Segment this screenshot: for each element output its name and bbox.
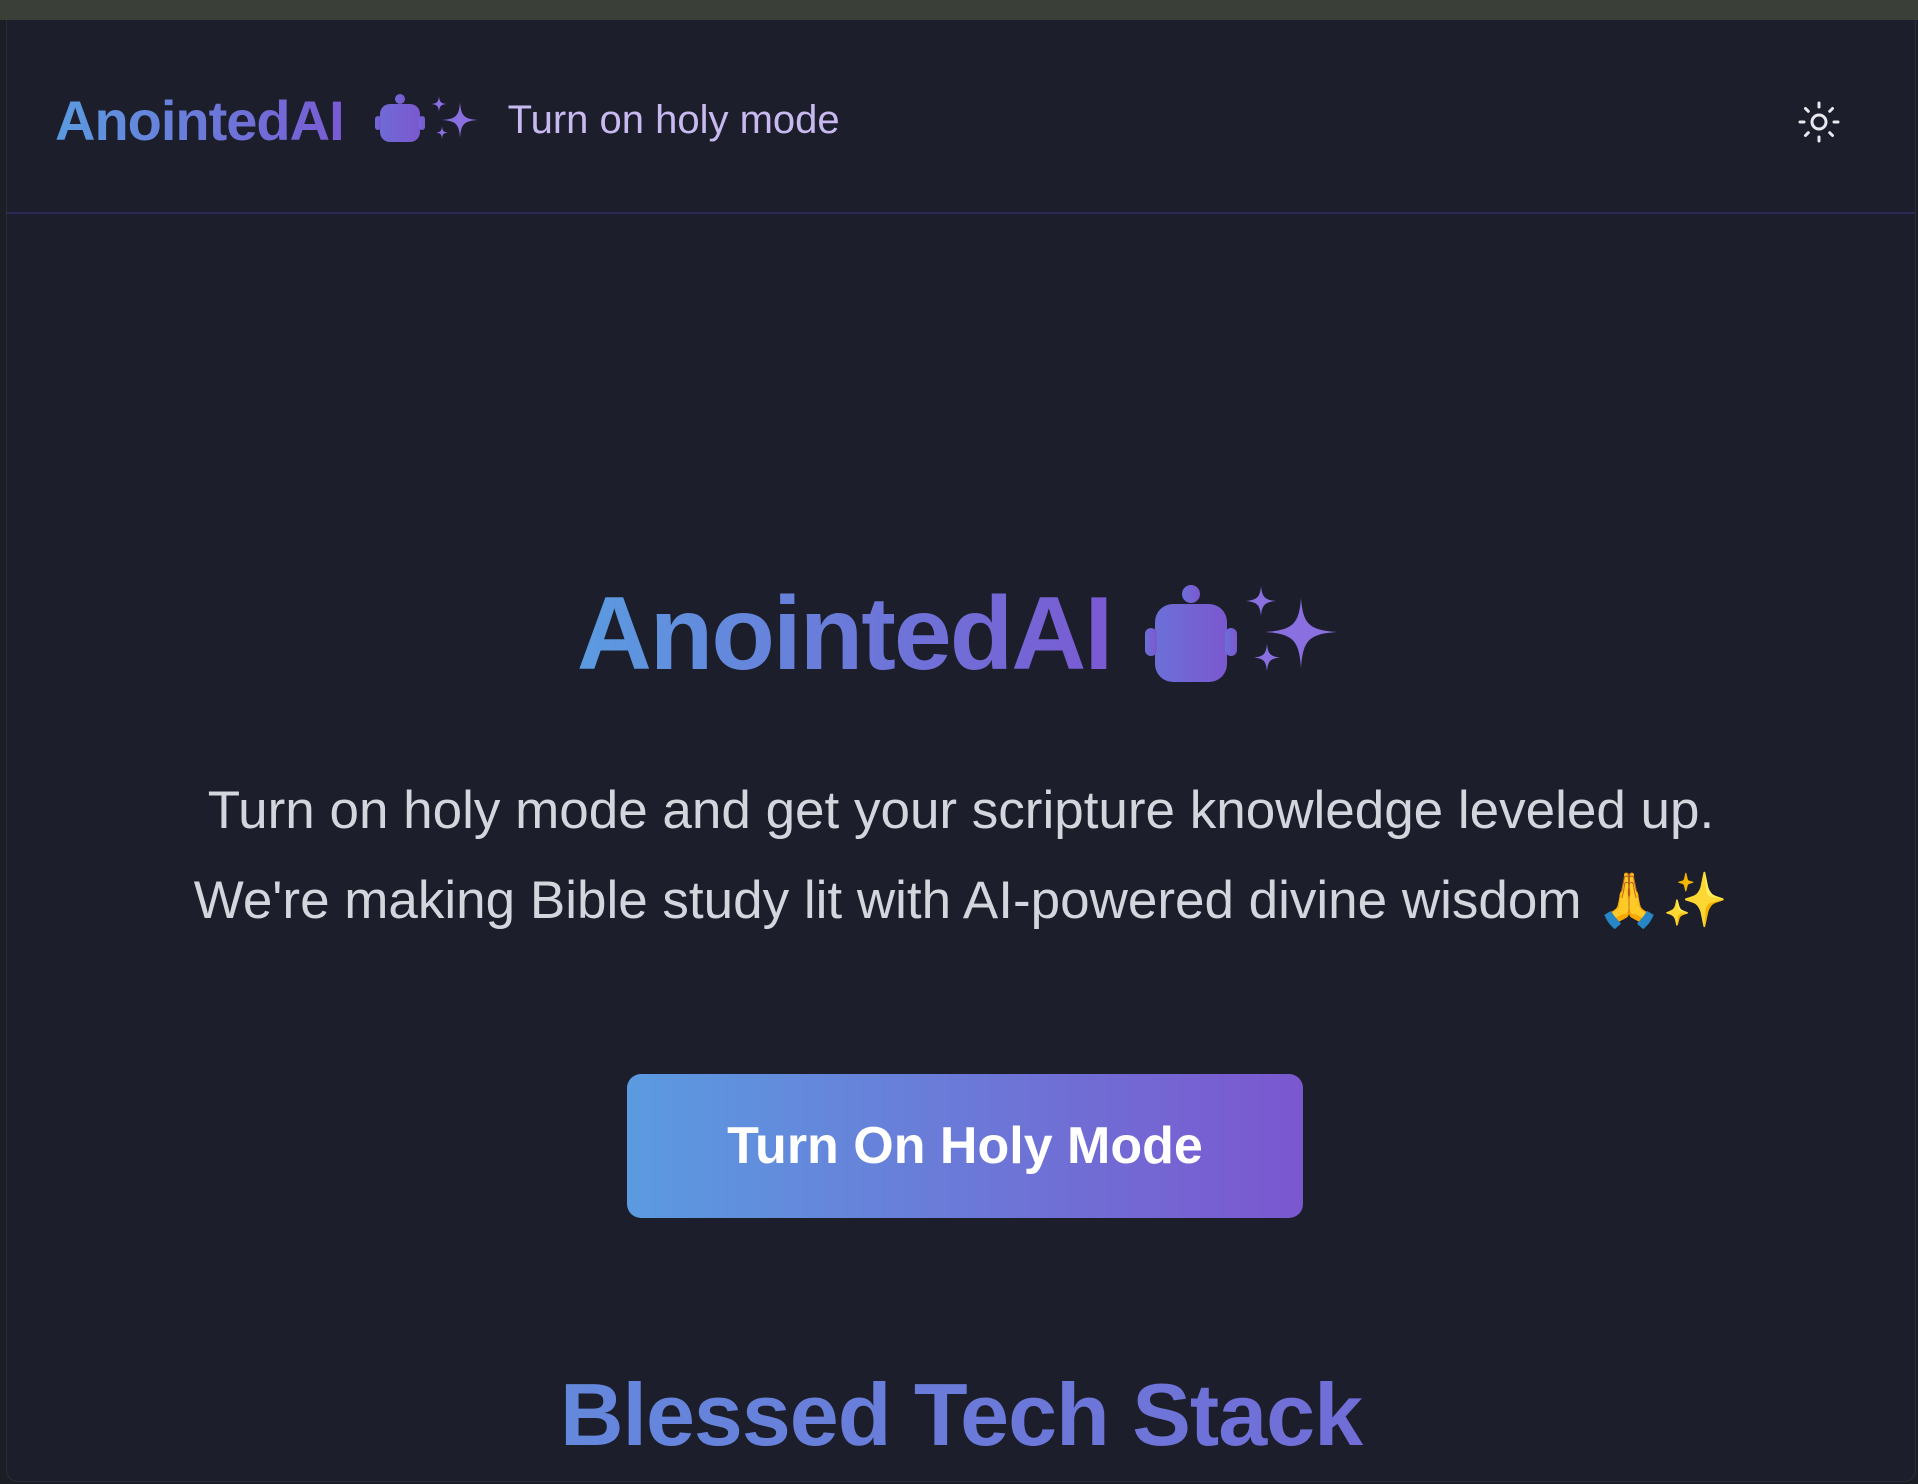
hero-description-line-2: We're making Bible study lit with AI-pow… [193,871,1729,930]
hero-title-emoji [1141,582,1345,686]
nav-tagline: Turn on holy mode [507,97,840,142]
robot-icon [374,94,425,142]
sun-icon [1798,101,1840,143]
app-window: AnointedAI Turn on holy mode AnointedAI … [6,20,1916,1482]
turn-on-holy-mode-button[interactable]: Turn On Holy Mode [627,1074,1303,1218]
hero-title-row: AnointedAI [7,574,1915,694]
theme-toggle-button[interactable] [1793,96,1845,148]
hero-title: AnointedAI [576,575,1114,692]
hero-description-line-1: Turn on holy mode and get your scripture… [207,781,1715,840]
navbar: AnointedAI Turn on holy mode [7,20,1915,214]
hero-description: Turn on holy mode and get your scripture… [7,766,1915,946]
nav-logo-text[interactable]: AnointedAI [55,88,345,153]
section-title-tech-stack: Blessed Tech Stack [7,1360,1915,1470]
nav-logo-emoji [372,92,482,148]
window-top-strip [0,0,1918,20]
nav-brand[interactable]: AnointedAI Turn on holy mode [55,80,840,160]
sparkles-icon [430,96,478,139]
sparkles-icon [1246,586,1338,671]
robot-icon [1145,585,1238,682]
